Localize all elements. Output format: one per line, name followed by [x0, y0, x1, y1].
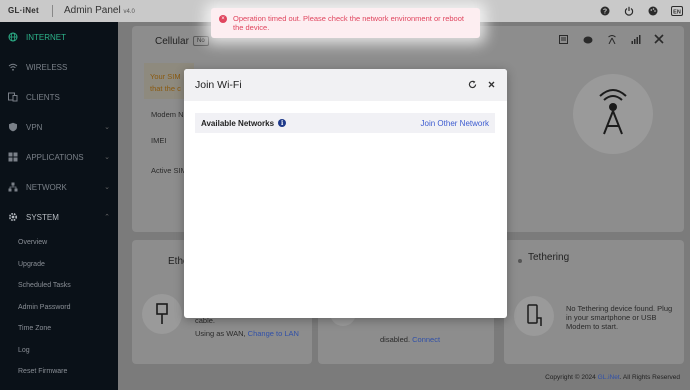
header-actions: ? EN	[598, 4, 684, 18]
version-label: v4.0	[123, 9, 135, 15]
cellular-title: Cellular	[155, 36, 189, 47]
mail-icon[interactable]	[583, 35, 593, 46]
ethernet-cable-icon	[142, 294, 182, 334]
brand-logo: GL·iNet	[8, 6, 39, 15]
page-title: Admin Panel v4.0	[64, 5, 135, 16]
active-sim-label: Active SIM	[151, 166, 187, 175]
grid-icon	[8, 152, 18, 162]
sidebar-item-label: NETWORK	[26, 182, 67, 192]
sidebar-subitem-scheduled-tasks[interactable]: Scheduled Tasks	[0, 275, 118, 297]
app-title: Admin Panel	[64, 5, 121, 16]
available-networks-row: Available Networks i Join Other Network	[195, 113, 495, 133]
error-toast: × Operation timed out. Please check the …	[211, 8, 480, 38]
sidebar-subitem-upgrade[interactable]: Upgrade	[0, 254, 118, 276]
chevron-down-icon: ⌄	[104, 184, 110, 191]
available-networks-label: Available Networks	[201, 118, 275, 128]
repeater-status-text: disabled. Connect	[380, 335, 440, 344]
cellular-tower-illustration	[573, 74, 653, 154]
tools-icon[interactable]	[654, 34, 664, 46]
dialog-header: Join Wi-Fi	[184, 69, 507, 101]
language-icon[interactable]: EN	[670, 4, 684, 18]
error-message: Operation timed out. Please check the ne…	[233, 14, 464, 32]
dialog-actions	[468, 80, 496, 91]
join-wifi-dialog: Join Wi-Fi Available Networks i Join Oth…	[184, 69, 507, 318]
close-icon[interactable]	[487, 80, 496, 91]
usb-phone-icon	[514, 296, 554, 336]
footer-copyright: Copyright © 2024 GL.iNet. All Rights Res…	[545, 374, 680, 381]
wan-status: Using as WAN,	[195, 329, 246, 338]
tethering-bullet	[518, 259, 522, 263]
join-other-network-link[interactable]: Join Other Network	[421, 119, 489, 128]
chevron-up-icon: ⌃	[104, 214, 110, 221]
sidebar-subitem-overview[interactable]: Overview	[0, 232, 118, 254]
power-icon[interactable]	[622, 4, 636, 18]
copyright-suffix: . All Rights Reserved	[619, 374, 680, 381]
sidebar-item-applications[interactable]: APPLICATIONS ⌄	[0, 142, 118, 172]
sidebar-item-label: SYSTEM	[26, 212, 59, 222]
wifi-icon	[8, 62, 18, 72]
sidebar-item-network[interactable]: NETWORK ⌄	[0, 172, 118, 202]
sidebar-item-vpn[interactable]: VPN ⌄	[0, 112, 118, 142]
sms-icon[interactable]	[559, 35, 568, 46]
globe-icon	[8, 32, 18, 42]
sim-warning-line-1: Your SIM	[150, 72, 181, 81]
sidebar-item-label: VPN	[26, 122, 43, 132]
sidebar-item-wireless[interactable]: WIRELESS	[0, 52, 118, 82]
sidebar-item-internet[interactable]: INTERNET	[0, 22, 118, 52]
signal-tower-icon[interactable]	[607, 35, 617, 46]
sidebar-item-system[interactable]: SYSTEM ⌃	[0, 202, 118, 232]
imei-label: IMEI	[151, 136, 167, 145]
svg-text:?: ?	[603, 9, 607, 16]
sidebar-subitem-reset-firmware[interactable]: Reset Firmware	[0, 361, 118, 383]
clients-icon	[8, 92, 18, 102]
sidebar-item-label: WIRELESS	[26, 62, 68, 72]
help-icon[interactable]: ?	[598, 4, 612, 18]
repeater-status: disabled.	[380, 335, 411, 344]
sidebar-item-label: CLIENTS	[26, 92, 60, 102]
sidebar-item-label: INTERNET	[26, 32, 66, 42]
signal-bars-icon	[631, 35, 641, 46]
chevron-down-icon: ⌄	[104, 154, 110, 161]
modem-label: Modem N	[151, 110, 184, 119]
theme-icon[interactable]	[646, 4, 660, 18]
copyright-prefix: Copyright © 2024	[545, 374, 596, 381]
sidebar-subitem-admin-password[interactable]: Admin Password	[0, 297, 118, 319]
refresh-icon[interactable]	[468, 80, 477, 91]
chevron-down-icon: ⌄	[104, 124, 110, 131]
sidebar: INTERNET WIRELESS CLIENTS VPN ⌄ APPLICAT…	[0, 22, 118, 390]
error-icon: ×	[219, 15, 227, 23]
svg-text:EN: EN	[673, 9, 681, 15]
cellular-status-badge: No	[193, 36, 209, 46]
ethernet-wan-text: Using as WAN, Change to LAN	[195, 328, 305, 339]
connect-link[interactable]: Connect	[412, 335, 440, 344]
tethering-title: Tethering	[528, 252, 570, 263]
sidebar-subitem-time-zone[interactable]: Time Zone	[0, 318, 118, 340]
tethering-status-text: No Tethering device found. Plug in your …	[566, 304, 673, 331]
sim-warning-line-2: that the c	[150, 84, 181, 93]
gear-icon	[8, 212, 18, 222]
sidebar-subitem-log[interactable]: Log	[0, 340, 118, 362]
sidebar-item-clients[interactable]: CLIENTS	[0, 82, 118, 112]
change-to-lan-link[interactable]: Change to LAN	[248, 329, 299, 338]
tethering-card: Tethering No Tethering device found. Plu…	[504, 240, 684, 364]
dialog-title: Join Wi-Fi	[195, 79, 242, 91]
header-divider	[52, 5, 53, 17]
network-icon	[8, 182, 18, 192]
brand-link[interactable]: GL.iNet	[598, 374, 620, 381]
shield-icon	[8, 122, 18, 132]
sidebar-item-label: APPLICATIONS	[26, 152, 84, 162]
info-icon[interactable]: i	[278, 119, 287, 127]
